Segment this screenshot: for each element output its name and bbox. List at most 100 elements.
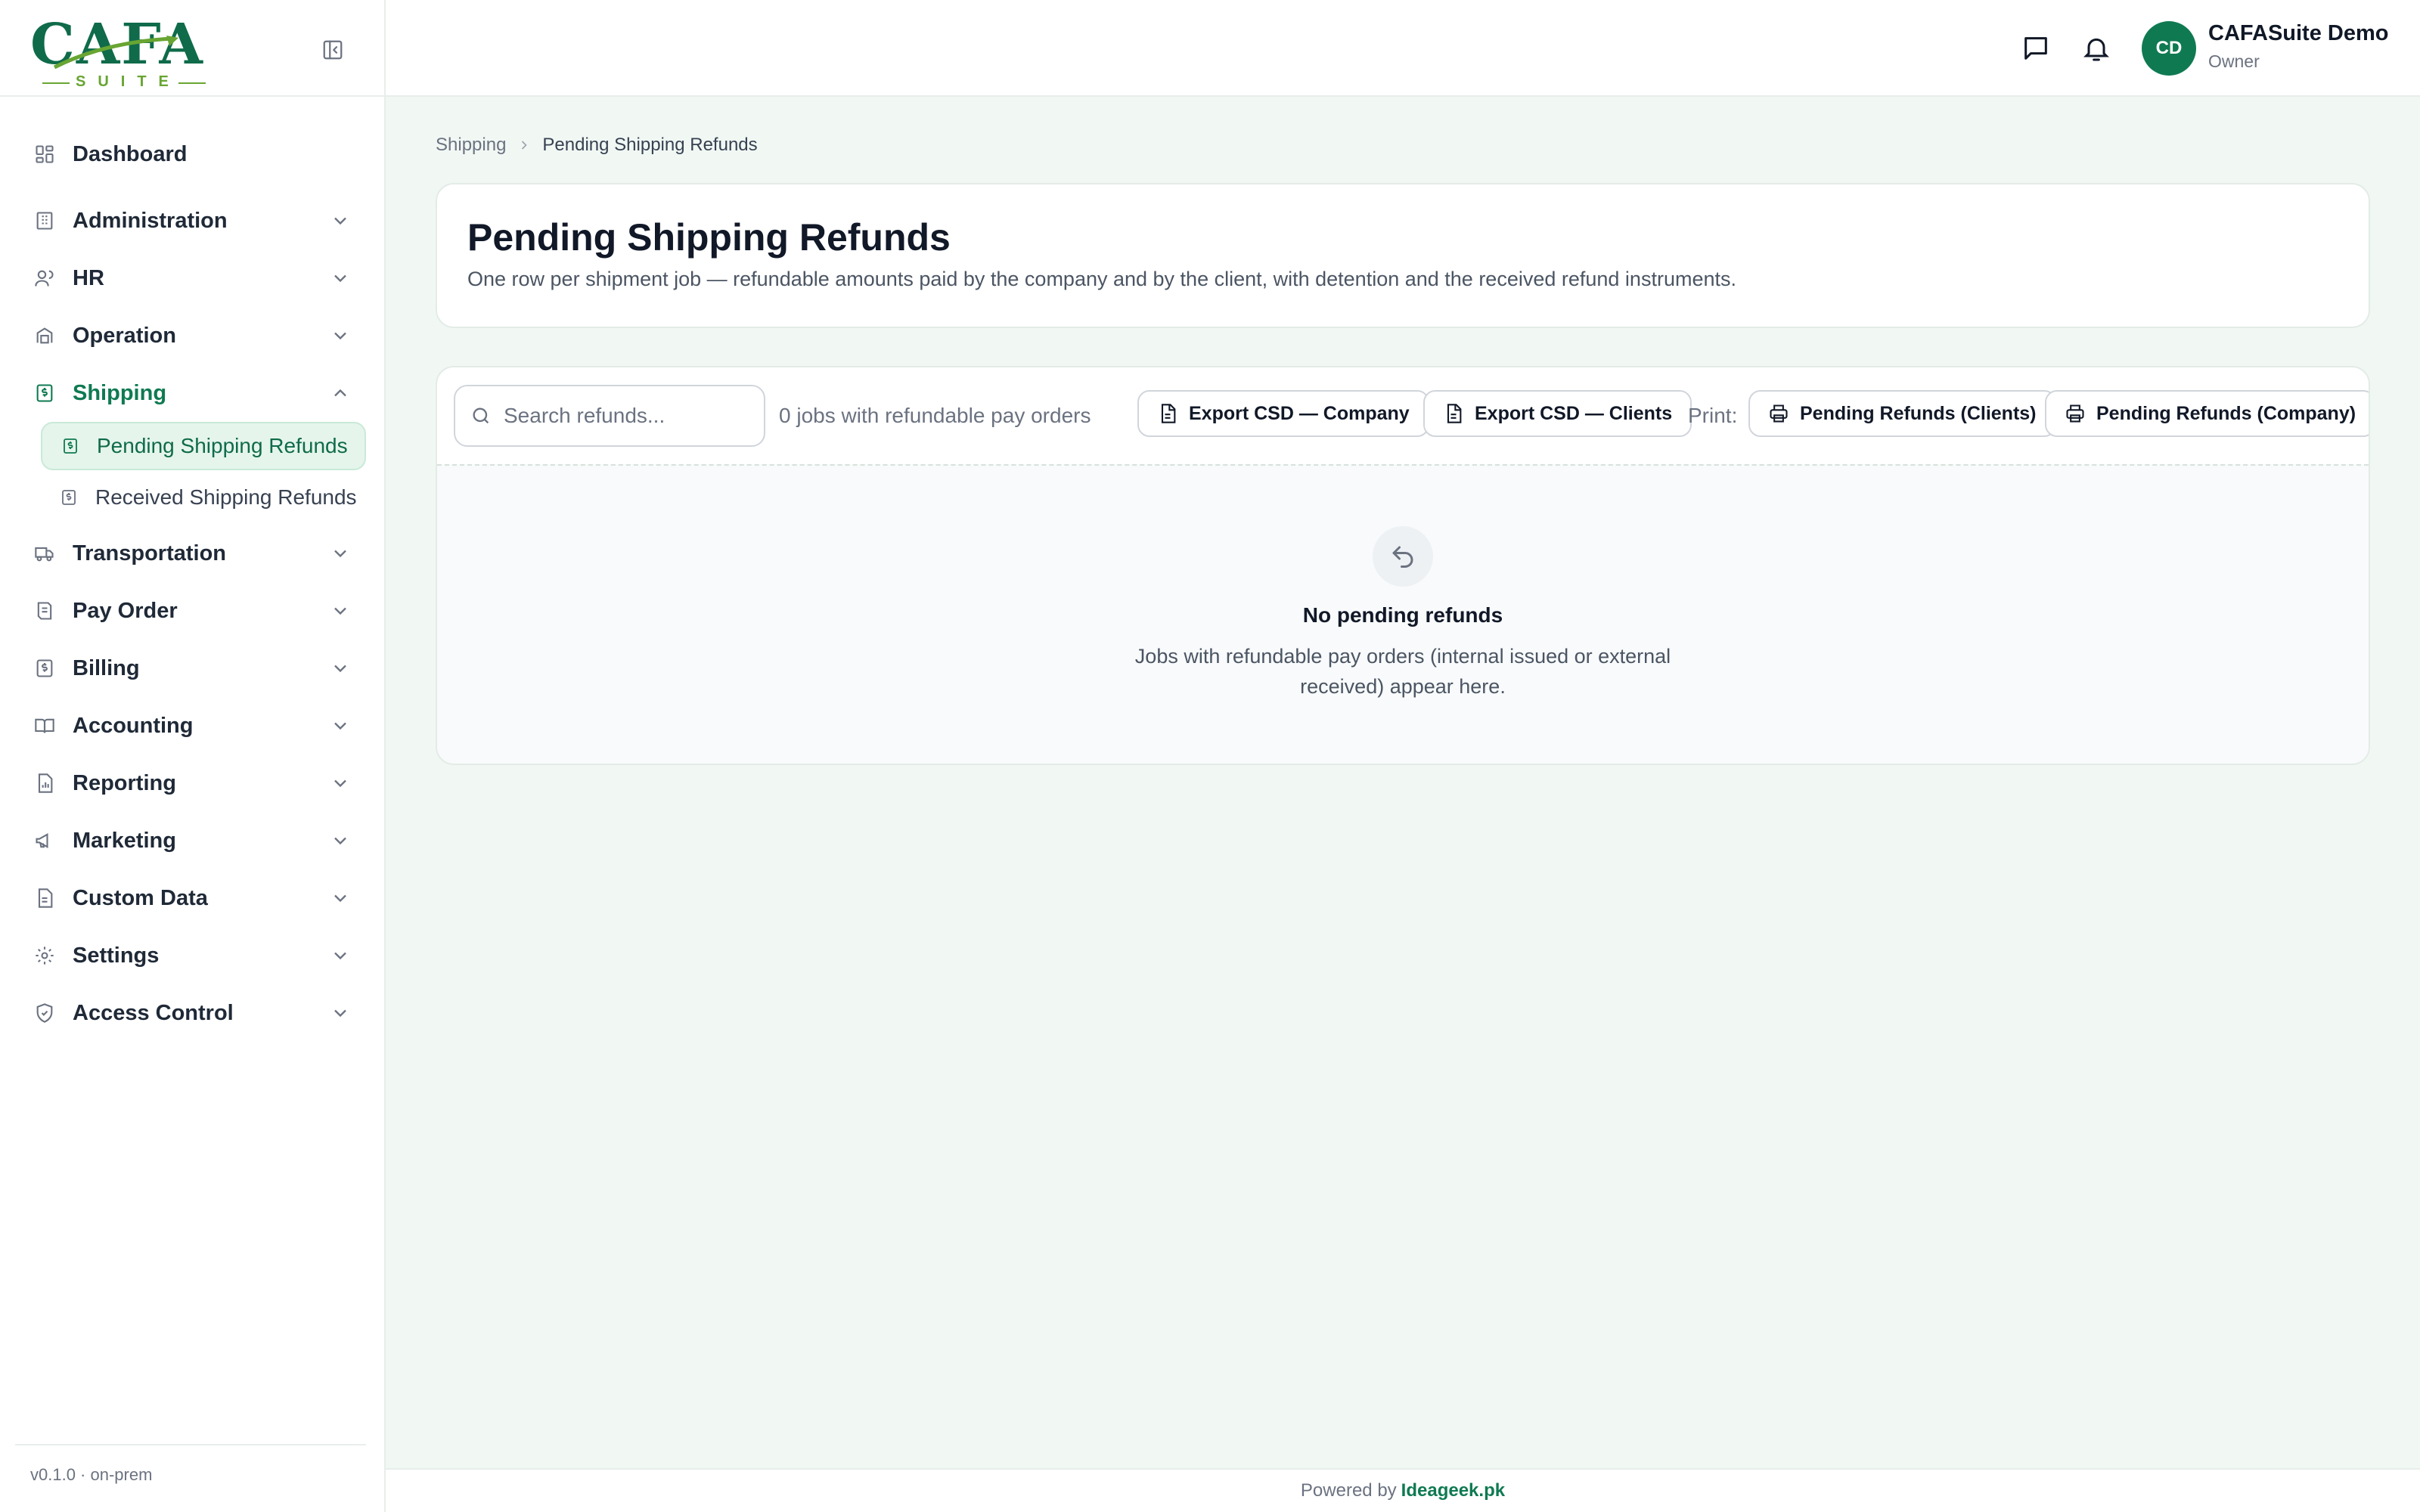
sidebar-item-label: Reporting	[73, 770, 176, 795]
sidebar-item-pay-order[interactable]: Pay Order	[0, 582, 384, 640]
sidebar-item-label: Custom Data	[73, 885, 208, 910]
sidebar-item-label: Operation	[73, 323, 176, 348]
breadcrumb: Shipping Pending Shipping Refunds	[436, 135, 758, 156]
printer-icon	[2065, 403, 2086, 424]
breadcrumb-current: Pending Shipping Refunds	[542, 135, 758, 155]
users-icon	[33, 267, 56, 290]
button-label: Pending Refunds (Clients)	[1800, 402, 2037, 424]
chevron-down-icon	[334, 550, 346, 558]
sidebar-item-access-control[interactable]: Access Control	[0, 984, 384, 1042]
brand-logo[interactable]: CAFA SUITE	[30, 13, 206, 90]
breadcrumb-parent[interactable]: Shipping	[436, 135, 506, 156]
sidebar-subitem-label: Pending Shipping Refunds	[97, 434, 348, 457]
sidebar-item-label: Settings	[73, 943, 160, 968]
building-icon	[33, 209, 56, 232]
dollar-doc-icon	[59, 488, 79, 507]
custom-data-icon	[33, 887, 56, 909]
sidebar-item-hr[interactable]: HR	[0, 249, 384, 307]
sidebar-item-settings[interactable]: Settings	[0, 927, 384, 984]
chevron-down-icon	[334, 952, 346, 960]
printer-icon	[1768, 403, 1789, 424]
messages-button[interactable]	[2019, 32, 2052, 65]
sidebar-item-administration[interactable]: Administration	[0, 192, 384, 249]
sidebar-item-dashboard[interactable]: Dashboard	[0, 125, 384, 183]
sidebar-item-label: Dashboard	[73, 141, 188, 166]
sidebar-item-operation[interactable]: Operation	[0, 307, 384, 364]
empty-state-description: Jobs with refundable pay orders (interna…	[1134, 645, 1671, 698]
book-icon	[33, 714, 56, 737]
dollar-doc-icon	[33, 382, 56, 404]
sidebar-subitem-pending-refunds[interactable]: Pending Shipping Refunds	[41, 422, 366, 470]
print-label: Print:	[1688, 404, 1738, 427]
chevron-right-icon	[517, 138, 532, 153]
search-input[interactable]	[504, 404, 753, 428]
export-csd-company-button[interactable]: Export CSD — Company	[1137, 390, 1429, 437]
sidebar-item-label: HR	[73, 265, 104, 290]
chevron-down-icon	[334, 217, 346, 225]
chevron-down-icon	[334, 779, 346, 788]
sidebar-item-label: Marketing	[73, 828, 176, 853]
sidebar-nav: Dashboard Administration HR Operation Sh…	[0, 97, 384, 1042]
bell-icon	[2083, 38, 2109, 61]
table-toolbar: 0 jobs with refundable pay orders Export…	[437, 367, 2369, 464]
topbar: CD CAFASuite Demo Owner	[386, 0, 2420, 97]
sidebar-item-transportation[interactable]: Transportation	[0, 525, 384, 582]
chevron-down-icon	[334, 332, 346, 340]
billing-icon	[33, 657, 56, 680]
page-description: One row per shipment job — refundable am…	[467, 268, 1736, 290]
job-count-text: 0 jobs with refundable pay orders	[779, 404, 1091, 427]
page-title: Pending Shipping Refunds	[467, 216, 951, 259]
user-name[interactable]: CAFASuite Demo	[2208, 21, 2388, 46]
sidebar-item-shipping[interactable]: Shipping	[0, 364, 384, 422]
logo-swoosh-icon	[53, 36, 178, 70]
sidebar-subitem-received-refunds[interactable]: Received Shipping Refunds	[41, 473, 366, 522]
print-pending-clients-button[interactable]: Pending Refunds (Clients)	[1748, 390, 2056, 437]
sidebar-item-label: Accounting	[73, 713, 194, 738]
footer: Powered by Ideageek.pk	[386, 1468, 2420, 1512]
message-icon	[2024, 37, 2047, 60]
sidebar-item-custom-data[interactable]: Custom Data	[0, 869, 384, 927]
gear-icon	[33, 944, 56, 967]
receipt-icon	[33, 600, 56, 622]
undo-icon	[1373, 526, 1433, 587]
chevron-down-icon	[334, 722, 346, 730]
notifications-button[interactable]	[2080, 32, 2113, 65]
footer-prefix: Powered by	[1300, 1480, 1397, 1501]
sidebar-item-accounting[interactable]: Accounting	[0, 697, 384, 754]
sidebar-item-billing[interactable]: Billing	[0, 640, 384, 697]
sidebar-item-label: Administration	[73, 208, 228, 233]
logo-row: CAFA SUITE	[0, 0, 384, 97]
shield-icon	[33, 1002, 56, 1024]
export-csd-clients-button[interactable]: Export CSD — Clients	[1423, 390, 1692, 437]
sidebar-item-label: Billing	[73, 655, 140, 680]
refunds-table-card: 0 jobs with refundable pay orders Export…	[436, 366, 2370, 765]
sidebar-item-label: Pay Order	[73, 598, 178, 623]
chevron-down-icon	[334, 274, 346, 283]
user-role: Owner	[2208, 51, 2260, 71]
chevron-down-icon	[334, 607, 346, 615]
button-label: Export CSD — Clients	[1475, 402, 1673, 424]
page-header-card: Pending Shipping Refunds One row per shi…	[436, 183, 2370, 328]
operation-icon	[33, 324, 56, 347]
chevron-down-icon	[334, 1009, 346, 1018]
dashboard-icon	[33, 143, 56, 166]
file-text-icon	[1443, 403, 1464, 424]
user-avatar[interactable]: CD	[2142, 21, 2196, 76]
sidebar: CAFA SUITE Dashboard Administration HR O…	[0, 0, 386, 1512]
print-pending-company-button[interactable]: Pending Refunds (Company)	[2045, 390, 2369, 437]
logo-subtext: SUITE	[76, 73, 181, 90]
chevron-down-icon	[334, 894, 346, 903]
sidebar-item-reporting[interactable]: Reporting	[0, 754, 384, 812]
report-icon	[33, 772, 56, 795]
app-version: v0.1.0 · on-prem	[15, 1444, 366, 1485]
dollar-doc-icon	[60, 436, 80, 456]
sidebar-item-marketing[interactable]: Marketing	[0, 812, 384, 869]
sidebar-item-label: Transportation	[73, 541, 227, 565]
footer-link[interactable]: Ideageek.pk	[1401, 1480, 1505, 1501]
sidebar-subitem-label: Received Shipping Refunds	[95, 485, 357, 509]
sidebar-collapse-button[interactable]	[318, 35, 348, 65]
search-box[interactable]	[454, 385, 765, 447]
sidebar-item-label: Shipping	[73, 380, 167, 405]
chevron-up-icon	[334, 389, 346, 397]
truck-icon	[33, 542, 56, 565]
